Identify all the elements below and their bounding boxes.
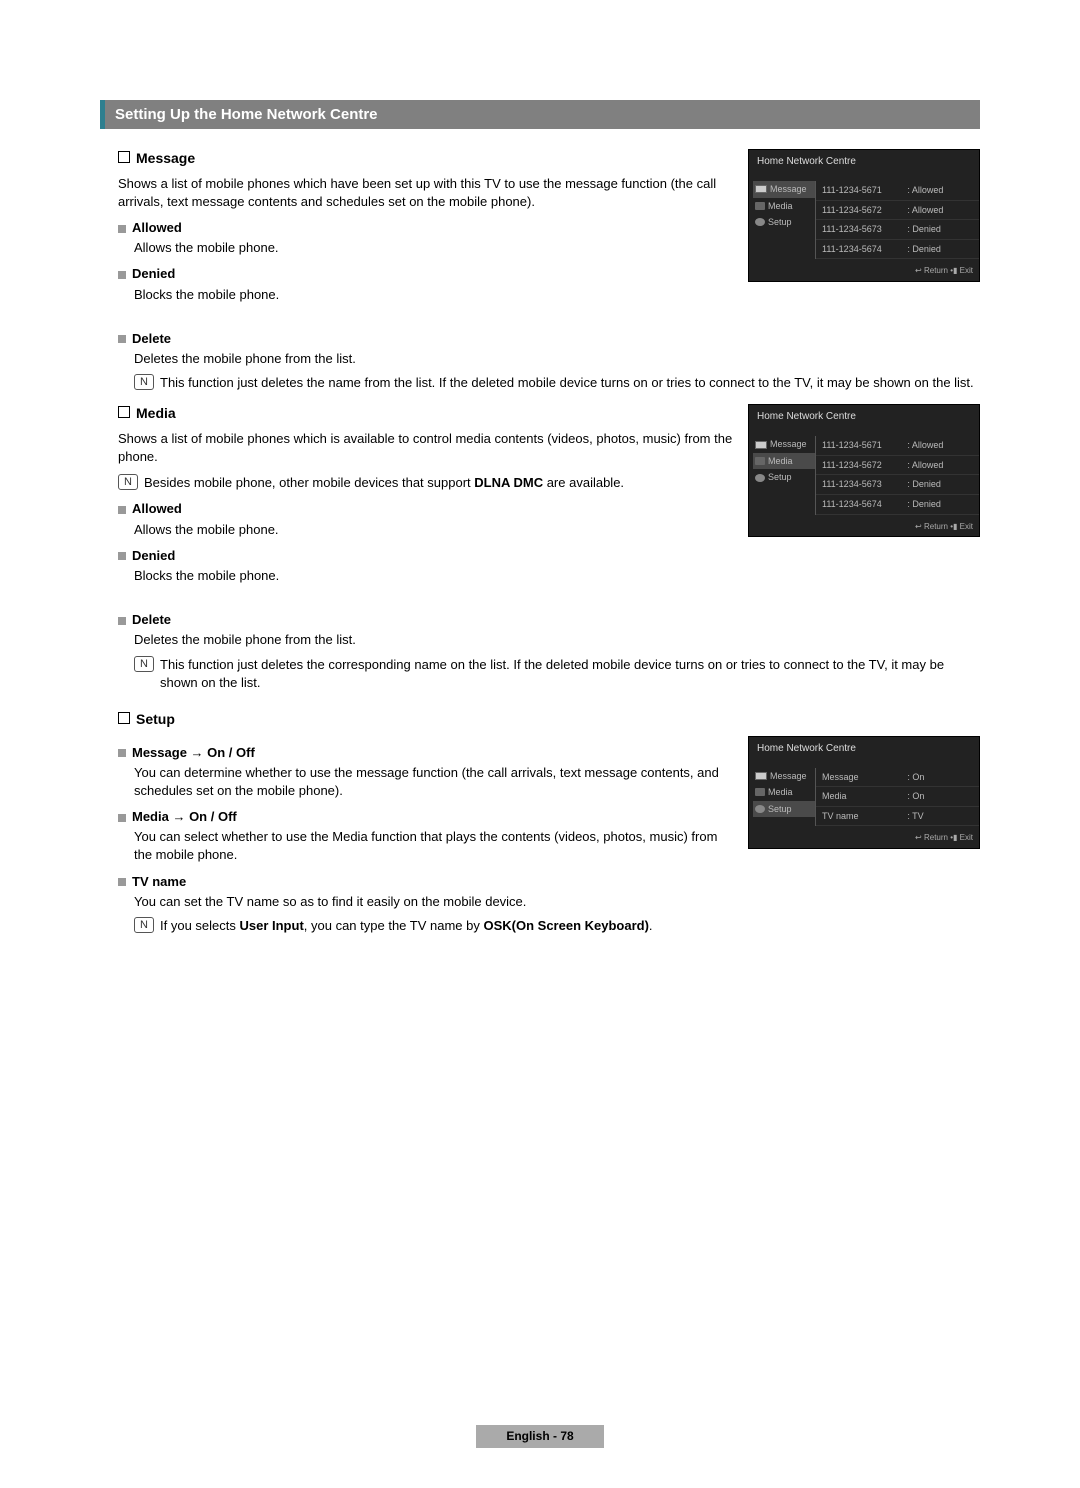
square-icon xyxy=(118,271,126,279)
sc-side-setup: Setup xyxy=(753,469,815,486)
media-icon xyxy=(755,457,765,465)
envelope-icon xyxy=(755,185,767,193)
note-icon: N xyxy=(134,374,154,390)
list-item: 111-1234-5674: Denied xyxy=(816,240,979,260)
screenshot-media: Home Network Centre Message Media Setup … xyxy=(748,404,980,537)
media-heading: Media xyxy=(118,404,738,424)
sc-title: Home Network Centre xyxy=(749,737,979,768)
square-icon xyxy=(118,749,126,757)
sc-side-setup: Setup xyxy=(753,214,815,231)
section-title: Setting Up the Home Network Centre xyxy=(100,100,980,129)
sc-sidebar: Message Media Setup xyxy=(749,768,815,827)
sc-sidebar: Message Media Setup xyxy=(749,436,815,514)
setup-msg-desc: You can determine whether to use the mes… xyxy=(134,764,738,800)
setup-media-desc: You can select whether to use the Media … xyxy=(134,828,738,864)
square-bullet-icon xyxy=(118,406,130,418)
square-icon xyxy=(118,552,126,560)
setup-media-heading: Media → On / Off xyxy=(118,808,738,826)
list-item: Message: On xyxy=(816,768,979,788)
list-item: 111-1234-5674: Denied xyxy=(816,495,979,515)
return-icon xyxy=(915,522,924,531)
list-item: 111-1234-5672: Allowed xyxy=(816,456,979,476)
exit-icon xyxy=(948,266,960,275)
list-item: 111-1234-5673: Denied xyxy=(816,475,979,495)
sc-side-message: Message xyxy=(753,768,815,785)
allowed-desc: Allows the mobile phone. xyxy=(134,521,738,539)
denied-heading: Denied xyxy=(118,265,738,283)
delete-heading: Delete xyxy=(118,611,980,629)
delete-desc: Deletes the mobile phone from the list. xyxy=(134,350,980,368)
square-bullet-icon xyxy=(118,151,130,163)
screenshot-setup: Home Network Centre Message Media Setup … xyxy=(748,736,980,849)
exit-icon xyxy=(948,522,960,531)
denied-heading: Denied xyxy=(118,547,738,565)
envelope-icon xyxy=(755,772,767,780)
exit-icon xyxy=(948,833,960,842)
denied-desc: Blocks the mobile phone. xyxy=(134,567,738,585)
gear-icon xyxy=(755,474,765,482)
return-icon xyxy=(915,266,924,275)
allowed-heading: Allowed xyxy=(118,500,738,518)
media-note: N Besides mobile phone, other mobile dev… xyxy=(118,474,738,492)
list-item: 111-1234-5671: Allowed xyxy=(816,436,979,456)
list-item: 111-1234-5671: Allowed xyxy=(816,181,979,201)
square-icon xyxy=(118,335,126,343)
sc-title: Home Network Centre xyxy=(749,150,979,181)
delete-note: N This function just deletes the name fr… xyxy=(134,374,980,392)
setup-tvn-note: N If you selects User Input, you can typ… xyxy=(134,917,738,935)
sc-device-list: 111-1234-5671: Allowed 111-1234-5672: Al… xyxy=(815,436,979,514)
sc-title: Home Network Centre xyxy=(749,405,979,436)
square-icon xyxy=(118,617,126,625)
delete-heading: Delete xyxy=(118,330,980,348)
list-item: TV name: TV xyxy=(816,807,979,827)
note-icon: N xyxy=(134,917,154,933)
setup-msg-heading: Message → On / Off xyxy=(118,744,738,762)
media-icon xyxy=(755,788,765,796)
message-heading: Message xyxy=(118,149,738,169)
envelope-icon xyxy=(755,441,767,449)
media-desc: Shows a list of mobile phones which is a… xyxy=(118,430,738,466)
square-icon xyxy=(118,506,126,514)
setup-tvn-heading: TV name xyxy=(118,873,738,891)
screenshot-message: Home Network Centre Message Media Setup … xyxy=(748,149,980,282)
media-icon xyxy=(755,202,765,210)
sc-side-media: Media xyxy=(753,784,815,801)
sc-footer: ReturnExit xyxy=(749,515,979,536)
list-item: 111-1234-5673: Denied xyxy=(816,220,979,240)
return-icon xyxy=(915,833,924,842)
sc-device-list: 111-1234-5671: Allowed 111-1234-5672: Al… xyxy=(815,181,979,259)
square-icon xyxy=(118,814,126,822)
square-bullet-icon xyxy=(118,712,130,724)
delete-note: N This function just deletes the corresp… xyxy=(134,656,980,692)
gear-icon xyxy=(755,218,765,226)
allowed-desc: Allows the mobile phone. xyxy=(134,239,738,257)
sc-side-media: Media xyxy=(753,453,815,470)
note-icon: N xyxy=(134,656,154,672)
square-icon xyxy=(118,225,126,233)
sc-setup-list: Message: On Media: On TV name: TV xyxy=(815,768,979,827)
sc-side-message: Message xyxy=(753,436,815,453)
page-footer: English - 78 xyxy=(0,1425,1080,1448)
delete-desc: Deletes the mobile phone from the list. xyxy=(134,631,980,649)
sc-side-media: Media xyxy=(753,198,815,215)
sc-side-message: Message xyxy=(753,181,815,198)
sc-footer: ReturnExit xyxy=(749,259,979,280)
sc-side-setup: Setup xyxy=(753,801,815,818)
square-icon xyxy=(118,878,126,886)
sc-sidebar: Message Media Setup xyxy=(749,181,815,259)
denied-desc: Blocks the mobile phone. xyxy=(134,286,738,304)
list-item: Media: On xyxy=(816,787,979,807)
setup-heading: Setup xyxy=(118,710,980,730)
sc-footer: ReturnExit xyxy=(749,826,979,847)
list-item: 111-1234-5672: Allowed xyxy=(816,201,979,221)
note-icon: N xyxy=(118,474,138,490)
gear-icon xyxy=(755,805,765,813)
setup-tvn-desc: You can set the TV name so as to find it… xyxy=(134,893,738,911)
allowed-heading: Allowed xyxy=(118,219,738,237)
message-desc: Shows a list of mobile phones which have… xyxy=(118,175,738,211)
